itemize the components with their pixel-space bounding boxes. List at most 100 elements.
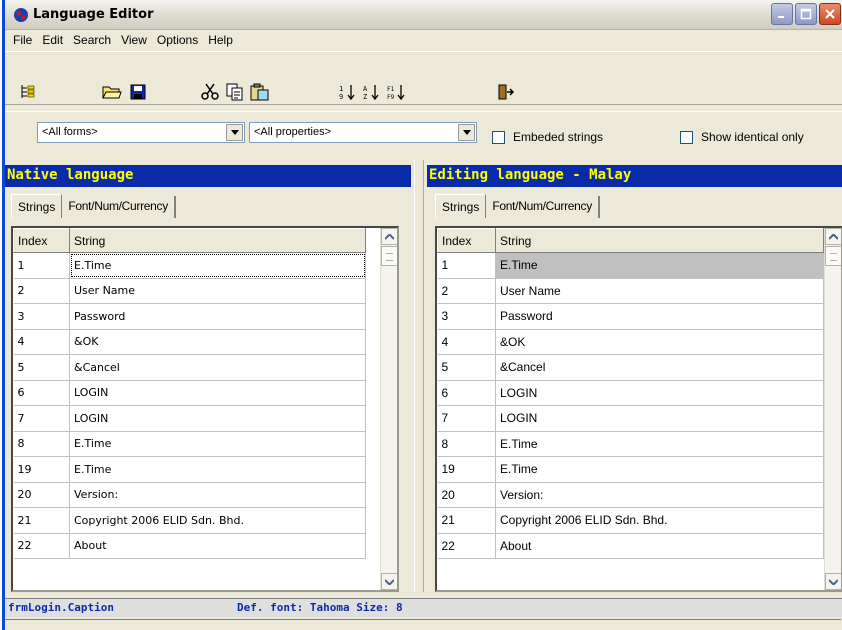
paste-icon[interactable] [249,82,271,102]
row-index[interactable]: 5 [437,354,496,381]
row-index[interactable]: 6 [437,380,496,406]
scroll-up-button[interactable] [825,228,841,245]
row-string[interactable]: Version: [69,482,366,508]
row-index[interactable]: 22 [437,533,496,559]
table-row[interactable]: 22 About [13,533,366,559]
row-string[interactable]: About [69,533,366,559]
vertical-scrollbar[interactable] [824,228,841,590]
row-index[interactable]: 5 [13,354,70,381]
row-index[interactable]: 7 [13,405,70,432]
tab-strings[interactable]: Strings [435,194,487,218]
row-string[interactable]: LOGIN [69,380,366,406]
menu-file[interactable]: File [9,33,38,47]
table-row[interactable]: 4 &OK [437,329,824,355]
tree-icon[interactable] [17,82,39,102]
table-row[interactable]: 20 Version: [13,482,366,508]
row-index[interactable]: 19 [13,456,70,483]
table-row[interactable]: 21 Copyright 2006 ELID Sdn. Bhd. [437,507,824,534]
row-index[interactable]: 2 [13,278,70,304]
table-row[interactable]: 3 Password [13,303,366,330]
embeded-strings-checkbox[interactable]: Embeded strings [492,130,603,144]
title-bar[interactable]: Language Editor [5,0,842,30]
column-header-string[interactable]: String [69,228,366,253]
chevron-down-icon[interactable] [226,124,243,141]
column-header-index[interactable]: Index [13,228,70,253]
cut-icon[interactable] [199,82,221,102]
row-index[interactable]: 19 [437,456,496,483]
row-index[interactable]: 21 [437,507,496,534]
table-row[interactable]: 5 &Cancel [13,354,366,381]
table-row[interactable]: 2 User Name [437,278,824,304]
scroll-thumb[interactable] [825,246,841,266]
row-string[interactable]: LOGIN [69,405,366,432]
scroll-down-button[interactable] [825,573,841,590]
row-string[interactable]: E.Time [495,456,824,483]
row-index[interactable]: 4 [437,329,496,355]
row-index[interactable]: 1 [13,252,70,279]
table-row[interactable]: 7 LOGIN [13,405,366,432]
row-string[interactable]: Password [495,303,824,330]
copy-icon[interactable] [224,82,246,102]
table-row[interactable]: 4 &OK [13,329,366,355]
menu-help[interactable]: Help [204,33,239,47]
table-row[interactable]: 2 User Name [13,278,366,304]
checkbox-box[interactable] [680,130,693,144]
table-row[interactable]: 20 Version: [437,482,824,508]
row-index[interactable]: 21 [13,507,70,534]
row-string[interactable]: LOGIN [495,405,824,432]
row-string[interactable]: &OK [495,329,824,355]
menu-edit[interactable]: Edit [38,33,69,47]
row-index[interactable]: 8 [13,431,70,457]
row-string[interactable]: User Name [69,278,366,304]
table-row[interactable]: 6 LOGIN [13,380,366,406]
row-string[interactable]: E.Time [69,252,366,279]
row-index[interactable]: 4 [13,329,70,355]
table-row[interactable]: 1 E.Time [437,252,824,279]
row-string[interactable]: Version: [495,482,824,508]
row-index[interactable]: 7 [437,405,496,432]
row-index[interactable]: 8 [437,431,496,457]
row-index[interactable]: 20 [437,482,496,508]
column-header-string[interactable]: String [495,228,824,253]
sort-f1-icon[interactable]: F1 F9 [385,82,407,102]
table-row[interactable]: 5 &Cancel [437,354,824,381]
menu-search[interactable]: Search [69,33,117,47]
row-string[interactable]: &Cancel [69,354,366,381]
row-string[interactable]: LOGIN [495,380,824,406]
table-row[interactable]: 8 E.Time [437,431,824,457]
table-row[interactable]: 3 Password [437,303,824,330]
row-string[interactable]: E.Time [495,431,824,457]
row-index[interactable]: 20 [13,482,70,508]
table-row[interactable]: 8 E.Time [13,431,366,457]
vertical-scrollbar[interactable] [380,228,397,590]
row-string[interactable]: Copyright 2006 ELID Sdn. Bhd. [69,507,366,534]
maximize-button[interactable] [795,3,817,25]
properties-select[interactable]: <All properties> [249,122,477,143]
row-string[interactable]: Password [69,303,366,330]
table-row[interactable]: 22 About [437,533,824,559]
menu-view[interactable]: View [117,33,153,47]
scroll-up-button[interactable] [381,228,397,245]
table-row[interactable]: 21 Copyright 2006 ELID Sdn. Bhd. [13,507,366,534]
table-row[interactable]: 6 LOGIN [437,380,824,406]
row-index[interactable]: 22 [13,533,70,559]
tab-strings[interactable]: Strings [11,194,63,218]
column-header-index[interactable]: Index [437,228,496,253]
table-row[interactable]: 7 LOGIN [437,405,824,432]
row-string[interactable]: &Cancel [495,354,824,381]
checkbox-box[interactable] [492,130,505,144]
tab-font-num-currency[interactable]: Font/Num/Currency [62,196,176,218]
scroll-down-button[interactable] [381,573,397,590]
pane-splitter[interactable] [414,160,424,592]
row-index[interactable]: 2 [437,278,496,304]
row-string[interactable]: &OK [69,329,366,355]
row-string[interactable]: Copyright 2006 ELID Sdn. Bhd. [495,507,824,534]
open-folder-icon[interactable] [101,82,123,102]
tab-font-num-currency[interactable]: Font/Num/Currency [486,196,600,218]
row-index[interactable]: 1 [437,252,496,279]
row-index[interactable]: 6 [13,380,70,406]
chevron-down-icon[interactable] [458,124,475,141]
table-row[interactable]: 1 E.Time [13,252,366,279]
save-icon[interactable] [127,82,149,102]
row-index[interactable]: 3 [13,303,70,330]
